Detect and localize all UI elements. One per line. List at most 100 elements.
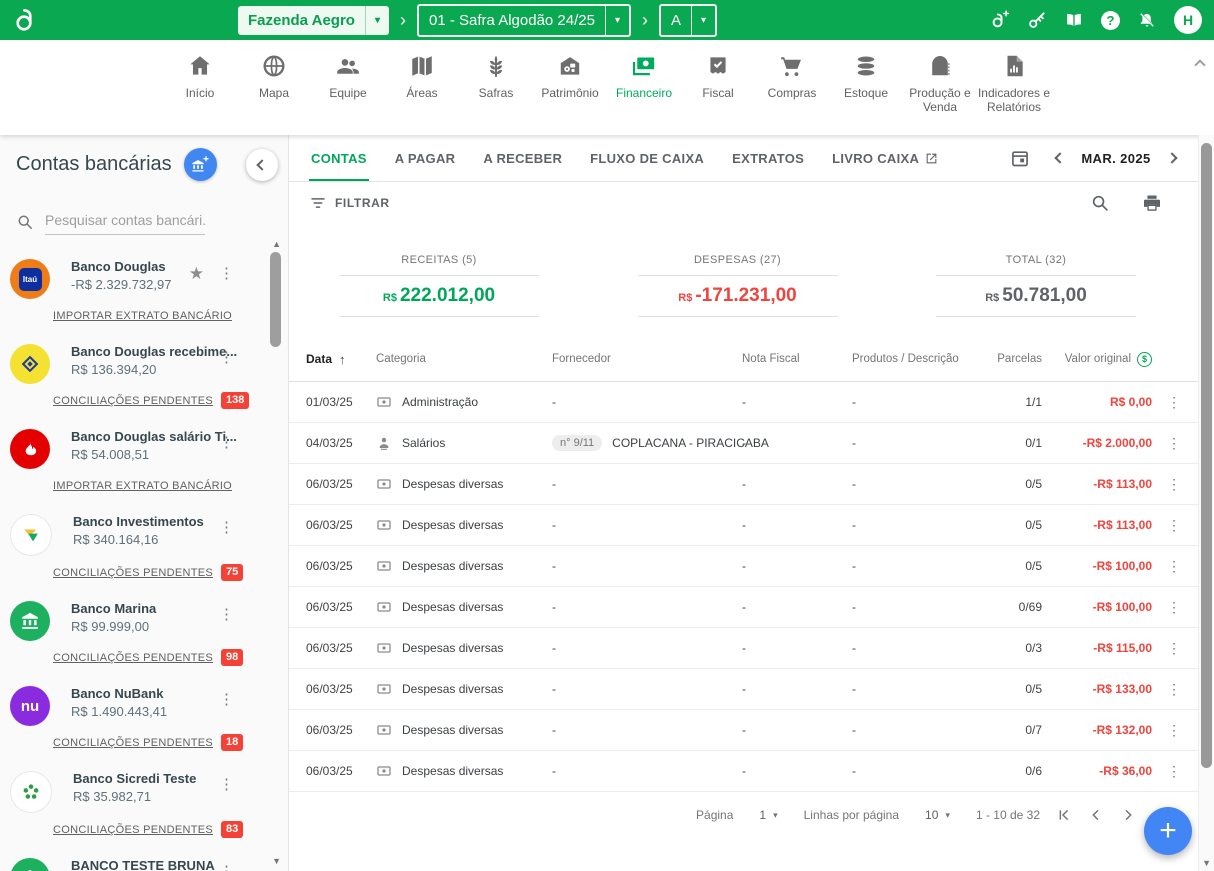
- tab[interactable]: A PAGAR: [381, 135, 470, 181]
- page-scrollbar[interactable]: ▼: [1198, 135, 1214, 871]
- nav-item[interactable]: Produção e Venda: [903, 40, 977, 135]
- farm-selector[interactable]: Fazenda Aegro ▾: [238, 6, 389, 35]
- column-header-fornecedor[interactable]: Fornecedor: [552, 353, 742, 365]
- bank-account-item[interactable]: Banco Sicredi Teste R$ 35.982,71 ★ ⋮ CON…: [0, 771, 288, 837]
- bank-account-item[interactable]: nu Banco NuBank R$ 1.490.443,41 ★ ⋮: [0, 686, 288, 750]
- bank-account-item[interactable]: Banco Marina R$ 99.999,00 ★ ⋮ CONCILIAÇÕ…: [0, 601, 288, 665]
- nav-item[interactable]: Início: [163, 40, 237, 135]
- row-menu-icon[interactable]: ⋮: [1152, 435, 1196, 452]
- column-header-categoria[interactable]: Categoria: [376, 353, 552, 365]
- page-scrollbar-thumb[interactable]: [1201, 143, 1212, 768]
- field-selector[interactable]: A ▾: [659, 4, 717, 37]
- row-menu-icon[interactable]: ⋮: [1152, 681, 1196, 698]
- nav-item[interactable]: Compras: [755, 40, 829, 135]
- tab[interactable]: A RECEBER: [469, 135, 576, 181]
- account-action-link[interactable]: CONCILIAÇÕES PENDENTES: [53, 395, 213, 407]
- next-page-button[interactable]: [1120, 807, 1136, 823]
- bank-account-item[interactable]: BANCO TESTE BRUNA R$ 4.459,51 ★ ⋮: [0, 858, 288, 871]
- favorite-star-icon[interactable]: ★: [189, 265, 204, 282]
- add-bank-account-button[interactable]: [184, 148, 217, 181]
- collapse-nav-chevron-icon[interactable]: [1196, 56, 1204, 74]
- nav-item[interactable]: Patrimônio: [533, 40, 607, 135]
- row-menu-icon[interactable]: ⋮: [1152, 517, 1196, 534]
- manual-book-icon[interactable]: [1064, 10, 1084, 30]
- search-accounts-input[interactable]: [45, 208, 205, 235]
- account-menu-icon[interactable]: ⋮: [219, 350, 234, 365]
- transaction-row[interactable]: 06/03/25 Despesas diversas - - - 0/6 -R$…: [289, 751, 1198, 792]
- key-icon[interactable]: [1027, 10, 1047, 30]
- nav-item[interactable]: Estoque: [829, 40, 903, 135]
- add-farm-icon[interactable]: [990, 10, 1010, 30]
- account-menu-icon[interactable]: ⋮: [219, 864, 234, 871]
- nav-item[interactable]: Financeiro: [607, 40, 681, 135]
- nav-item[interactable]: Equipe: [311, 40, 385, 135]
- filter-button[interactable]: FILTRAR: [309, 194, 390, 212]
- account-menu-icon[interactable]: ⋮: [219, 435, 234, 450]
- sidebar-scroll-down-icon[interactable]: ▼: [272, 856, 281, 866]
- collapse-sidebar-button[interactable]: [246, 149, 278, 181]
- rows-per-page-select[interactable]: 10▾: [925, 808, 950, 822]
- nav-item[interactable]: Fiscal: [681, 40, 755, 135]
- help-icon[interactable]: ?: [1101, 11, 1120, 30]
- print-icon[interactable]: [1142, 193, 1162, 213]
- bank-account-item[interactable]: Banco Douglas salário Ti... R$ 54.008,51…: [0, 429, 288, 493]
- account-action-link[interactable]: CONCILIAÇÕES PENDENTES: [53, 737, 213, 749]
- nav-item[interactable]: Safras: [459, 40, 533, 135]
- page-scroll-down-icon[interactable]: ▼: [1202, 858, 1211, 868]
- next-month-button[interactable]: [1168, 149, 1176, 167]
- bank-account-item[interactable]: Banco Douglas recebime... R$ 136.394,20 …: [0, 344, 288, 408]
- add-transaction-fab[interactable]: +: [1144, 807, 1192, 855]
- transaction-row[interactable]: 06/03/25 Despesas diversas - - - 0/7 -R$…: [289, 710, 1198, 751]
- row-menu-icon[interactable]: ⋮: [1152, 763, 1196, 780]
- transaction-row[interactable]: 06/03/25 Despesas diversas - - - 0/5 -R$…: [289, 464, 1198, 505]
- tab[interactable]: FLUXO DE CAIXA: [576, 135, 718, 181]
- column-header-nota-fiscal[interactable]: Nota Fiscal: [742, 353, 852, 365]
- column-header-produtos[interactable]: Produtos / Descrição: [852, 353, 982, 365]
- nav-item[interactable]: Áreas: [385, 40, 459, 135]
- notifications-off-icon[interactable]: [1137, 10, 1157, 30]
- tab[interactable]: EXTRATOS: [718, 135, 818, 181]
- tab[interactable]: CONTAS: [297, 135, 381, 181]
- user-avatar[interactable]: H: [1174, 6, 1202, 34]
- sidebar-scrollbar-thumb[interactable]: [270, 252, 281, 347]
- account-action-link[interactable]: CONCILIAÇÕES PENDENTES: [53, 652, 213, 664]
- calendar-icon[interactable]: [1010, 148, 1030, 168]
- row-menu-icon[interactable]: ⋮: [1152, 599, 1196, 616]
- tab[interactable]: LIVRO CAIXA: [818, 135, 952, 181]
- transaction-row[interactable]: 06/03/25 Despesas diversas - - - 0/5 -R$…: [289, 546, 1198, 587]
- transaction-row[interactable]: 06/03/25 Despesas diversas - - - 0/5 -R$…: [289, 669, 1198, 710]
- search-table-icon[interactable]: [1090, 193, 1110, 213]
- caret-down-icon[interactable]: ▾: [692, 15, 715, 26]
- account-action-link[interactable]: IMPORTAR EXTRATO BANCÁRIO: [53, 310, 232, 322]
- transaction-row[interactable]: 06/03/25 Despesas diversas - - - 0/5 -R$…: [289, 505, 1198, 546]
- first-page-button[interactable]: [1056, 807, 1072, 823]
- nav-item[interactable]: Mapa: [237, 40, 311, 135]
- nav-item[interactable]: Indicadores e Relatórios: [977, 40, 1051, 135]
- row-menu-icon[interactable]: ⋮: [1152, 558, 1196, 575]
- row-menu-icon[interactable]: ⋮: [1152, 394, 1196, 411]
- sidebar-scroll-up-icon[interactable]: ▲: [272, 239, 281, 249]
- bank-account-item[interactable]: Banco Investimentos R$ 340.164,16 ★ ⋮ CO…: [0, 514, 288, 580]
- account-menu-icon[interactable]: ⋮: [219, 692, 234, 707]
- row-menu-icon[interactable]: ⋮: [1152, 640, 1196, 657]
- caret-down-icon[interactable]: ▾: [366, 15, 389, 26]
- account-menu-icon[interactable]: ⋮: [219, 607, 234, 622]
- transaction-row[interactable]: 01/03/25 Administração - - - 1/1 R$ 0,00…: [289, 382, 1198, 423]
- previous-page-button[interactable]: [1088, 807, 1104, 823]
- transaction-row[interactable]: 06/03/25 Despesas diversas - - - 0/3 -R$…: [289, 628, 1198, 669]
- bank-account-item[interactable]: Itaú Banco Douglas -R$ 2.329.732,97 ★ ⋮: [0, 259, 288, 323]
- account-menu-icon[interactable]: ⋮: [219, 266, 234, 281]
- account-menu-icon[interactable]: ⋮: [219, 777, 234, 792]
- account-menu-icon[interactable]: ⋮: [219, 520, 234, 535]
- row-menu-icon[interactable]: ⋮: [1152, 476, 1196, 493]
- transaction-row[interactable]: 04/03/25 Salários n° 9/11 COPLACANA - PI…: [289, 423, 1198, 464]
- account-action-link[interactable]: CONCILIAÇÕES PENDENTES: [53, 824, 213, 836]
- transaction-row[interactable]: 06/03/25 Despesas diversas - - - 0/69 -R…: [289, 587, 1198, 628]
- account-action-link[interactable]: CONCILIAÇÕES PENDENTES: [53, 567, 213, 579]
- column-header-parcelas[interactable]: Parcelas: [982, 353, 1042, 365]
- page-select[interactable]: 1▾: [759, 808, 777, 822]
- previous-month-button[interactable]: [1056, 149, 1064, 167]
- column-header-valor[interactable]: Valor original$: [1042, 352, 1152, 367]
- column-header-data[interactable]: Data↑: [306, 352, 376, 367]
- row-menu-icon[interactable]: ⋮: [1152, 722, 1196, 739]
